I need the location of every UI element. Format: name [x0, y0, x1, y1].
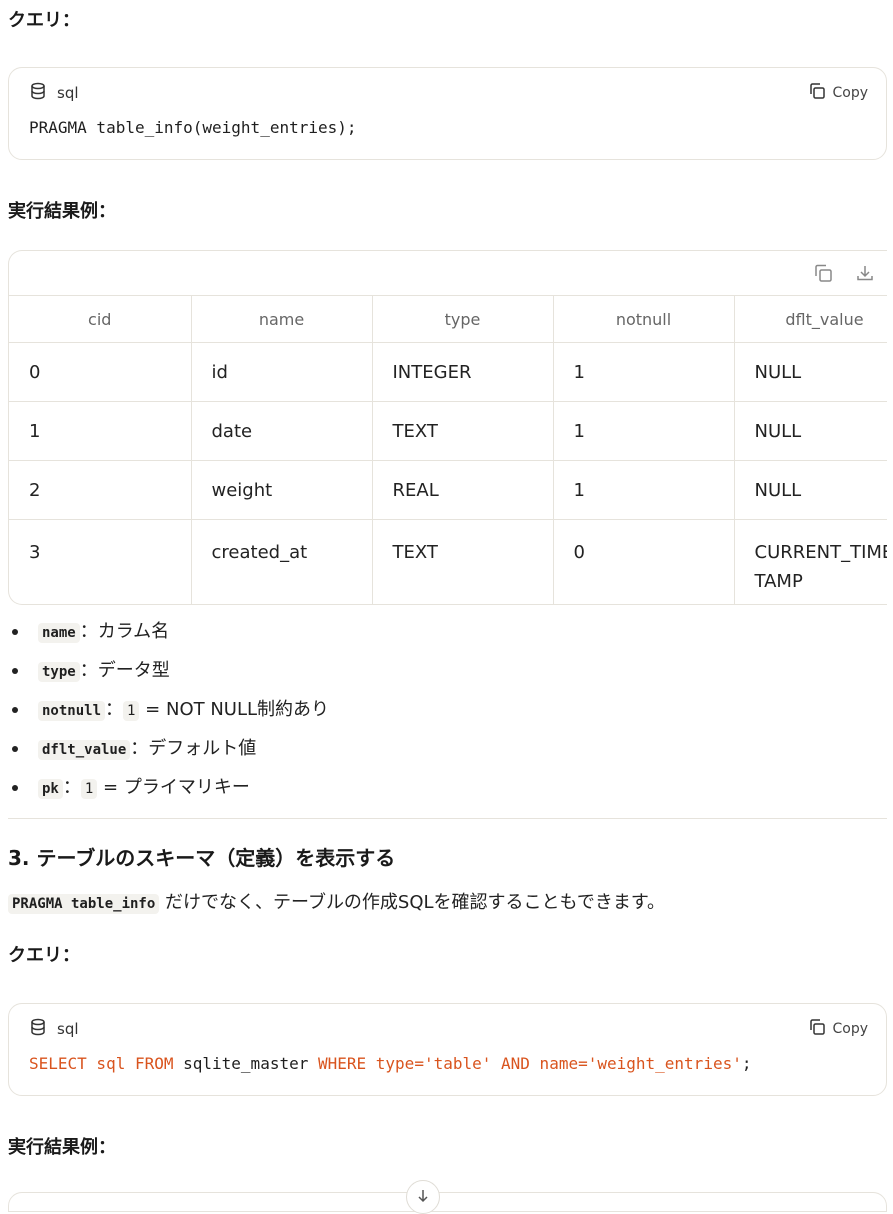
code-block: sql Copy SELECT sql FROM sqlite_master W… [8, 1003, 887, 1096]
sql-string: 'table' [423, 1054, 492, 1073]
separator: ： [79, 621, 98, 642]
table-row: 3 created_at TEXT 0 CURRENT_TIMESTAMP [9, 519, 887, 604]
inline-code-value: 1 [123, 701, 140, 721]
separator: ： [62, 777, 81, 798]
inline-code: type [38, 662, 80, 682]
inline-code: pk [38, 779, 63, 799]
table-cell: TEXT [371, 519, 554, 604]
sql-keyword: AND name= [491, 1054, 588, 1073]
table-cell: date [190, 401, 373, 461]
table-cell: 0 [552, 519, 735, 604]
result-table: cid name type notnull dflt_value 0 id IN… [9, 295, 887, 604]
table-row: 2 weight REAL 1 NULL [9, 460, 887, 520]
list-item-text: = NOT NULL制約あり [139, 699, 330, 720]
table-cell: 1 [552, 460, 735, 520]
table-cell: TEXT [371, 401, 554, 461]
copy-label: Copy [832, 85, 868, 101]
table-cell: CURRENT_TIMESTAMP [733, 519, 887, 604]
list-item: dflt_value ：デフォルト値 [8, 729, 329, 768]
inline-code: name [38, 623, 80, 643]
separator: ： [130, 738, 149, 759]
copy-icon [808, 1018, 826, 1040]
table-cell: created_at [190, 519, 373, 604]
column-header: cid [9, 295, 192, 343]
list-item-text: カラム名 [97, 621, 170, 642]
sql-keyword: SELECT sql FROM [29, 1054, 184, 1073]
table-cell: 2 [9, 460, 192, 520]
list-item: name ：カラム名 [8, 612, 329, 651]
table-row: 1 date TEXT 1 NULL [9, 401, 887, 461]
table-cell: REAL [371, 460, 554, 520]
column-header: name [190, 295, 373, 343]
copy-button[interactable]: Copy [808, 1018, 868, 1040]
inline-code: notnull [38, 701, 106, 721]
inline-code: dflt_value [38, 740, 131, 760]
table-cell: 1 [9, 401, 192, 461]
table-cell: NULL [733, 401, 887, 461]
code-line: SELECT sql FROM sqlite_master WHERE type… [29, 1054, 751, 1073]
code-line: PRAGMA table_info(weight_entries); [29, 118, 357, 137]
result-label: 実行結果例： [8, 1137, 116, 1158]
table-toolbar [813, 263, 875, 287]
copy-label: Copy [832, 1021, 868, 1037]
divider [8, 818, 887, 819]
table-cell: 0 [9, 342, 192, 402]
table-cell: INTEGER [371, 342, 554, 402]
inline-code: PRAGMA table_info [8, 894, 160, 914]
download-icon[interactable] [855, 263, 875, 287]
column-header: type [371, 295, 554, 343]
separator: ： [105, 699, 124, 720]
list-item-text: データ型 [97, 660, 170, 681]
sql-identifier: sqlite_master [183, 1054, 318, 1073]
code-language-label: sql [57, 84, 79, 102]
sql-keyword: WHERE type= [317, 1054, 424, 1073]
code-language-label: sql [57, 1020, 79, 1038]
code-language: sql [29, 82, 79, 104]
copy-button[interactable]: Copy [808, 82, 868, 104]
column-header: notnull [552, 295, 735, 343]
list-item: notnull： 1 = NOT NULL制約あり [8, 690, 329, 729]
table-header-row: cid name type notnull dflt_value [9, 295, 887, 343]
copy-icon[interactable] [813, 263, 833, 287]
table-cell: 3 [9, 519, 192, 604]
arrow-down-icon [416, 1188, 430, 1207]
database-icon [29, 1018, 47, 1040]
list-item: pk： 1 = プライマリキー [8, 768, 329, 807]
paragraph: PRAGMA table_info だけでなく、テーブルの作成SQLを確認するこ… [8, 888, 665, 914]
copy-icon [808, 82, 826, 104]
query-label: クエリ： [8, 945, 80, 966]
table-cell: NULL [733, 342, 887, 402]
table-cell: weight [190, 460, 373, 520]
result-label: 実行結果例： [8, 201, 116, 222]
column-header: dflt_value [733, 295, 887, 343]
result-table-card: cid name type notnull dflt_value 0 id IN… [8, 250, 887, 605]
query-label: クエリ： [8, 10, 80, 31]
table-cell: id [190, 342, 373, 402]
table-cell: 1 [552, 342, 735, 402]
sql-terminator: ; [741, 1054, 752, 1073]
list-item-text: = プライマリキー [97, 777, 250, 798]
list-item-text: デフォルト値 [148, 738, 257, 759]
code-language: sql [29, 1018, 79, 1040]
separator: ： [79, 660, 98, 681]
database-icon [29, 82, 47, 104]
scroll-down-button[interactable] [406, 1180, 440, 1214]
inline-code-value: 1 [80, 779, 98, 799]
section-heading: 3. テーブルのスキーマ（定義）を表示する [8, 846, 396, 870]
code-block: sql Copy PRAGMA table_info(weight_entrie… [8, 67, 887, 160]
table-cell: NULL [733, 460, 887, 520]
paragraph-text: だけでなく、テーブルの作成SQLを確認することもできます。 [159, 892, 666, 913]
list-item: type ：データ型 [8, 651, 329, 690]
result-table-card [8, 1192, 887, 1212]
table-row: 0 id INTEGER 1 NULL [9, 342, 887, 402]
sql-string: 'weight_entries' [587, 1054, 742, 1073]
table-cell: 1 [552, 401, 735, 461]
column-description-list: name ：カラム名 type ：データ型 notnull： 1 = NOT NULL… [8, 612, 329, 807]
